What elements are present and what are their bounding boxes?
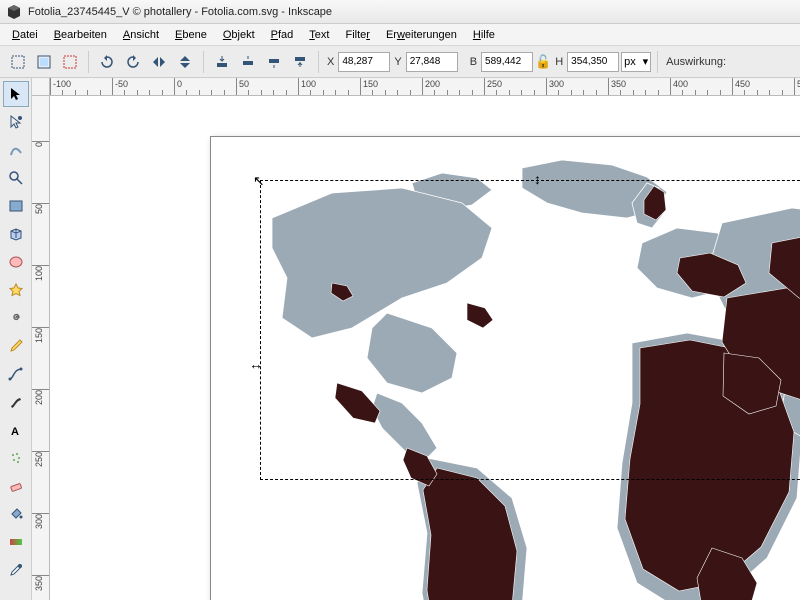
separator	[203, 51, 204, 73]
raise-button[interactable]	[262, 50, 286, 74]
tweak-tool[interactable]	[3, 137, 29, 163]
lower-button[interactable]	[236, 50, 260, 74]
raise-top-button[interactable]	[288, 50, 312, 74]
lower-bottom-button[interactable]	[210, 50, 234, 74]
selection-bbox[interactable]	[260, 180, 800, 480]
toolbox: A	[0, 78, 32, 600]
eraser-tool[interactable]	[3, 473, 29, 499]
handle-nw[interactable]	[253, 173, 265, 185]
rotate-ccw-button[interactable]	[95, 50, 119, 74]
selector-tool[interactable]	[3, 81, 29, 107]
separator	[318, 51, 319, 73]
app-icon	[6, 4, 22, 20]
auswirkung-label: Auswirkung:	[664, 56, 728, 68]
lock-icon[interactable]: 🔓	[535, 54, 551, 70]
ellipse-tool[interactable]	[3, 249, 29, 275]
flip-h-button[interactable]	[147, 50, 171, 74]
dropper-tool[interactable]	[3, 557, 29, 583]
x-field[interactable]	[338, 52, 390, 72]
ruler-horizontal[interactable]: -100-50050100150200250300350400450500	[50, 78, 800, 96]
window-title: Fotolia_23745445_V © photallery - Fotoli…	[28, 6, 332, 18]
3dbox-tool[interactable]	[3, 221, 29, 247]
separator	[88, 51, 89, 73]
toolbar: X Y B 🔓 H px▾ Auswirkung:	[0, 46, 800, 78]
zoom-tool[interactable]	[3, 165, 29, 191]
w-label: B	[468, 56, 479, 68]
spray-tool[interactable]	[3, 445, 29, 471]
rotate-cw-button[interactable]	[121, 50, 145, 74]
pencil-tool[interactable]	[3, 333, 29, 359]
menu-filter[interactable]: Filter	[337, 26, 377, 44]
menu-datei[interactable]: Datei	[4, 26, 46, 44]
ruler-corner	[32, 78, 50, 96]
select-all-button[interactable]	[6, 50, 30, 74]
canvas-area: -100-50050100150200250300350400450500 05…	[32, 78, 800, 600]
menu-ebene[interactable]: Ebene	[167, 26, 215, 44]
rect-tool[interactable]	[3, 193, 29, 219]
h-label: H	[553, 56, 565, 68]
workspace: A -100-50050100150200250300350400450500 …	[0, 78, 800, 600]
y-field[interactable]	[406, 52, 458, 72]
star-tool[interactable]	[3, 277, 29, 303]
bezier-tool[interactable]	[3, 361, 29, 387]
node-tool[interactable]	[3, 109, 29, 135]
titlebar: Fotolia_23745445_V © photallery - Fotoli…	[0, 0, 800, 24]
menu-bearbeiten[interactable]: Bearbeiten	[46, 26, 115, 44]
spiral-tool[interactable]	[3, 305, 29, 331]
text-tool[interactable]: A	[3, 417, 29, 443]
menubar: Datei Bearbeiten Ansicht Ebene Objekt Pf…	[0, 24, 800, 46]
menu-ansicht[interactable]: Ansicht	[115, 26, 167, 44]
select-layer-button[interactable]	[32, 50, 56, 74]
x-label: X	[325, 56, 336, 68]
h-field[interactable]	[567, 52, 619, 72]
ruler-vertical[interactable]: 050100150200250300350	[32, 96, 50, 600]
gradient-tool[interactable]	[3, 529, 29, 555]
menu-erweiterungen[interactable]: Erweiterungen	[378, 26, 465, 44]
y-label: Y	[392, 56, 403, 68]
menu-pfad[interactable]: Pfad	[263, 26, 302, 44]
bucket-tool[interactable]	[3, 501, 29, 527]
w-field[interactable]	[481, 52, 533, 72]
deselect-button[interactable]	[58, 50, 82, 74]
menu-text[interactable]: Text	[301, 26, 337, 44]
flip-v-button[interactable]	[173, 50, 197, 74]
svg-text:A: A	[11, 426, 19, 438]
menu-hilfe[interactable]: Hilfe	[465, 26, 503, 44]
menu-objekt[interactable]: Objekt	[215, 26, 263, 44]
handle-w[interactable]	[249, 356, 261, 368]
unit-select[interactable]: px▾	[621, 52, 651, 72]
separator	[657, 51, 658, 73]
calligraphy-tool[interactable]	[3, 389, 29, 415]
handle-n[interactable]	[534, 171, 546, 183]
canvas[interactable]	[50, 96, 800, 600]
